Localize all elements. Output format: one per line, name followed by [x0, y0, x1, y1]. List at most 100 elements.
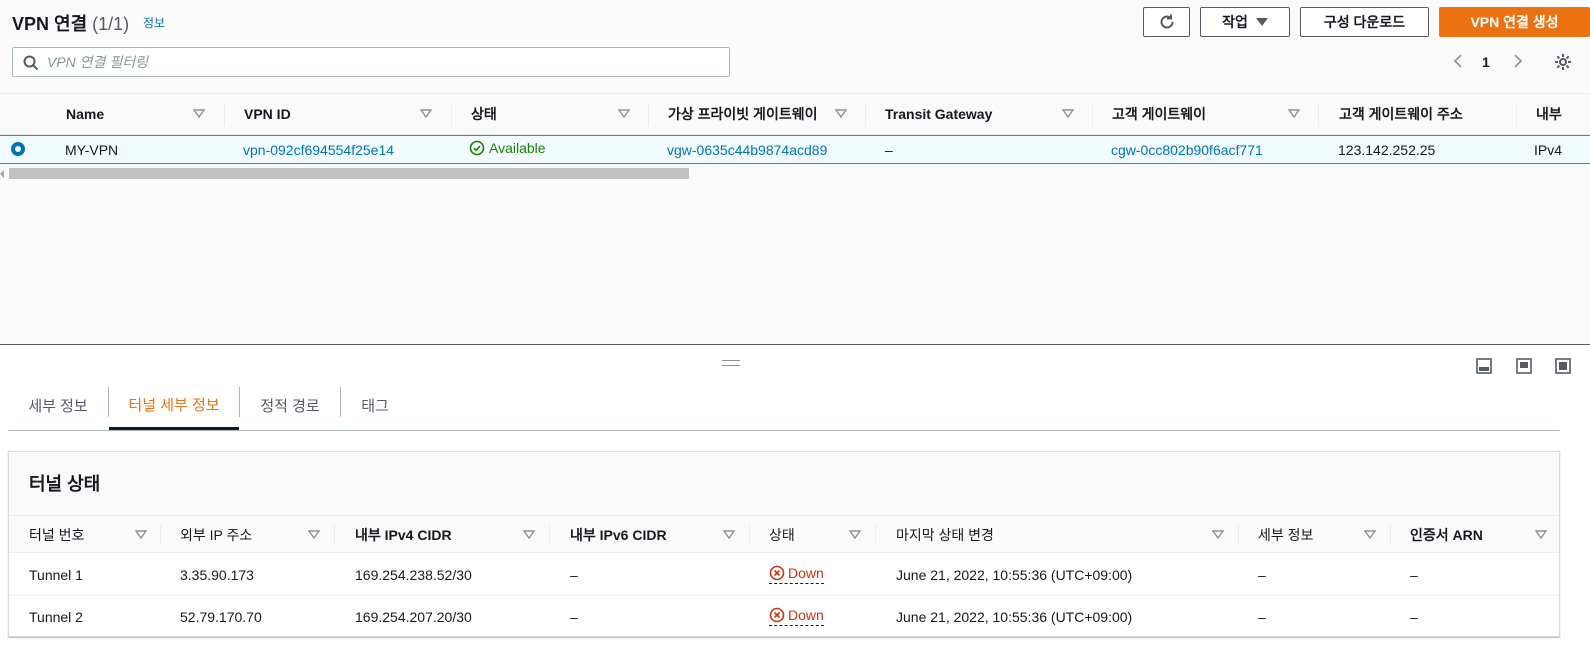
- page-title-text: VPN 연결: [12, 14, 88, 34]
- column-header-transit-gateway[interactable]: Transit Gateway: [885, 94, 992, 134]
- column-header-ipv6-cidr[interactable]: 내부 IPv6 CIDR: [570, 516, 667, 553]
- column-header-details[interactable]: 세부 정보: [1258, 516, 1313, 553]
- column-header-tunnel-number[interactable]: 터널 번호: [29, 516, 84, 553]
- tab-tunnel-details[interactable]: 터널 세부 정보: [109, 381, 239, 430]
- cell-cgw-address: 123.142.252.25: [1338, 142, 1436, 158]
- cell-vgw-link[interactable]: vgw-0635c44b9874acd89: [667, 142, 827, 158]
- column-divider: [865, 104, 866, 126]
- cell-tunnel-number: Tunnel 2: [29, 609, 83, 625]
- page-title: VPN 연결 (1/1): [12, 10, 129, 36]
- column-header-outside-ip[interactable]: 외부 IP 주소: [180, 516, 252, 553]
- column-header-vgw[interactable]: 가상 프라이빗 게이트웨이: [668, 94, 817, 134]
- status-down-indicator[interactable]: Down: [769, 607, 824, 626]
- column-divider: [1092, 104, 1093, 126]
- scrollbar-thumb[interactable]: [9, 168, 689, 179]
- cell-cert-arn: –: [1410, 609, 1418, 625]
- previous-page-icon[interactable]: [1450, 53, 1466, 69]
- sort-icon[interactable]: [835, 94, 847, 134]
- table-row: Tunnel 1 3.35.90.173 169.254.238.52/30 –…: [9, 554, 1559, 596]
- column-divider: [334, 525, 335, 545]
- cell-ipv6-cidr: –: [570, 609, 578, 625]
- row-select-radio[interactable]: [11, 142, 25, 156]
- filter-bar: [0, 44, 1590, 93]
- sort-icon[interactable]: [420, 94, 432, 134]
- search-input[interactable]: [47, 53, 717, 71]
- column-header-last-change[interactable]: 마지막 상태 변경: [896, 516, 994, 553]
- sort-icon[interactable]: [723, 530, 735, 540]
- cell-details: –: [1258, 609, 1266, 625]
- horizontal-scrollbar[interactable]: [0, 166, 1590, 180]
- download-config-button[interactable]: 구성 다운로드: [1300, 7, 1429, 37]
- sort-icon[interactable]: [135, 530, 147, 540]
- sort-icon[interactable]: [849, 530, 861, 540]
- sort-icon[interactable]: [523, 530, 535, 540]
- table-header: Name VPN ID 상태 가상 프라이빗 게이트웨이 Transit Gat…: [0, 93, 1590, 135]
- tab-tags[interactable]: 태그: [341, 381, 409, 430]
- cell-cgw-link[interactable]: cgw-0cc802b90f6acf771: [1111, 142, 1263, 158]
- column-header-inner[interactable]: 내부: [1536, 94, 1562, 134]
- tunnel-table-header: 터널 번호 외부 IP 주소 내부 IPv4 CIDR 내부 IPv6 CIDR…: [9, 516, 1559, 553]
- panel-full-icon[interactable]: [1555, 358, 1571, 374]
- refresh-icon: [1160, 14, 1173, 29]
- column-divider: [1318, 104, 1319, 126]
- card-title: 터널 상태: [29, 474, 101, 494]
- card-header: 터널 상태: [9, 452, 1559, 516]
- cell-ipv6-cidr: –: [570, 567, 578, 583]
- gear-icon[interactable]: [1554, 53, 1572, 71]
- cell-tunnel-number: Tunnel 1: [29, 567, 83, 583]
- current-page-number[interactable]: 1: [1482, 54, 1490, 70]
- error-circle-icon: [769, 565, 785, 581]
- table-row[interactable]: MY-VPN vpn-092cf694554f25e14 Available v…: [0, 135, 1590, 164]
- column-header-status[interactable]: 상태: [769, 516, 795, 553]
- cell-vpn-id-link[interactable]: vpn-092cf694554f25e14: [243, 142, 394, 158]
- table-row: Tunnel 2 52.79.170.70 169.254.207.20/30 …: [9, 596, 1559, 638]
- info-link[interactable]: 정보: [143, 14, 165, 31]
- sort-icon[interactable]: [193, 94, 205, 134]
- sort-icon[interactable]: [1288, 94, 1300, 134]
- sort-icon[interactable]: [1062, 94, 1074, 134]
- search-icon: [23, 55, 39, 71]
- sort-icon[interactable]: [1364, 530, 1376, 540]
- cell-status: Available: [469, 140, 546, 156]
- tab-static-routes[interactable]: 정적 경로: [240, 381, 340, 430]
- status-text: Down: [788, 565, 824, 581]
- selection-count: (1/1): [92, 14, 130, 34]
- tab-details[interactable]: 세부 정보: [8, 381, 108, 430]
- scroll-left-arrow-icon[interactable]: [0, 170, 4, 178]
- detail-tabs: 세부 정보 터널 세부 정보 정적 경로 태그: [8, 381, 1560, 431]
- actions-dropdown-button[interactable]: 작업: [1200, 7, 1290, 37]
- cell-ipv4-cidr: 169.254.207.20/30: [355, 609, 472, 625]
- column-header-ipv4-cidr[interactable]: 내부 IPv4 CIDR: [355, 516, 452, 553]
- caret-down-icon: [1255, 18, 1268, 26]
- column-header-name[interactable]: Name: [66, 94, 104, 134]
- column-divider: [451, 104, 452, 126]
- tunnel-status-card: 터널 상태 터널 번호 외부 IP 주소 내부 IPv4 CIDR 내부 IPv…: [8, 451, 1560, 637]
- cell-inner: IPv4: [1534, 142, 1563, 158]
- panel-bottom-icon[interactable]: [1476, 358, 1492, 374]
- cell-last-change: June 21, 2022, 10:55:36 (UTC+09:00): [896, 609, 1133, 625]
- panel-side-icon[interactable]: [1516, 358, 1532, 374]
- column-divider: [160, 525, 161, 545]
- error-circle-icon: [769, 607, 785, 623]
- column-divider: [1516, 104, 1517, 126]
- create-vpn-button[interactable]: VPN 연결 생성: [1439, 7, 1590, 37]
- column-header-vpn-id[interactable]: VPN ID: [244, 94, 291, 134]
- refresh-button[interactable]: [1143, 7, 1190, 37]
- sort-icon[interactable]: [618, 94, 630, 134]
- column-header-cgw-address[interactable]: 고객 게이트웨이 주소: [1339, 94, 1463, 134]
- cell-name: MY-VPN: [65, 142, 119, 158]
- column-header-cgw[interactable]: 고객 게이트웨이: [1112, 94, 1206, 134]
- column-divider: [1390, 525, 1391, 545]
- column-divider: [648, 104, 649, 126]
- cell-cert-arn: –: [1410, 567, 1418, 583]
- status-down-indicator[interactable]: Down: [769, 565, 824, 584]
- column-header-status[interactable]: 상태: [471, 94, 497, 134]
- resize-handle[interactable]: [722, 360, 740, 366]
- sort-icon[interactable]: [1535, 530, 1547, 540]
- cell-ipv4-cidr: 169.254.238.52/30: [355, 567, 472, 583]
- sort-icon[interactable]: [1212, 530, 1224, 540]
- actions-label: 작업: [1222, 14, 1248, 30]
- next-page-icon[interactable]: [1510, 53, 1526, 69]
- sort-icon[interactable]: [308, 530, 320, 540]
- column-header-cert-arn[interactable]: 인증서 ARN: [1410, 516, 1483, 553]
